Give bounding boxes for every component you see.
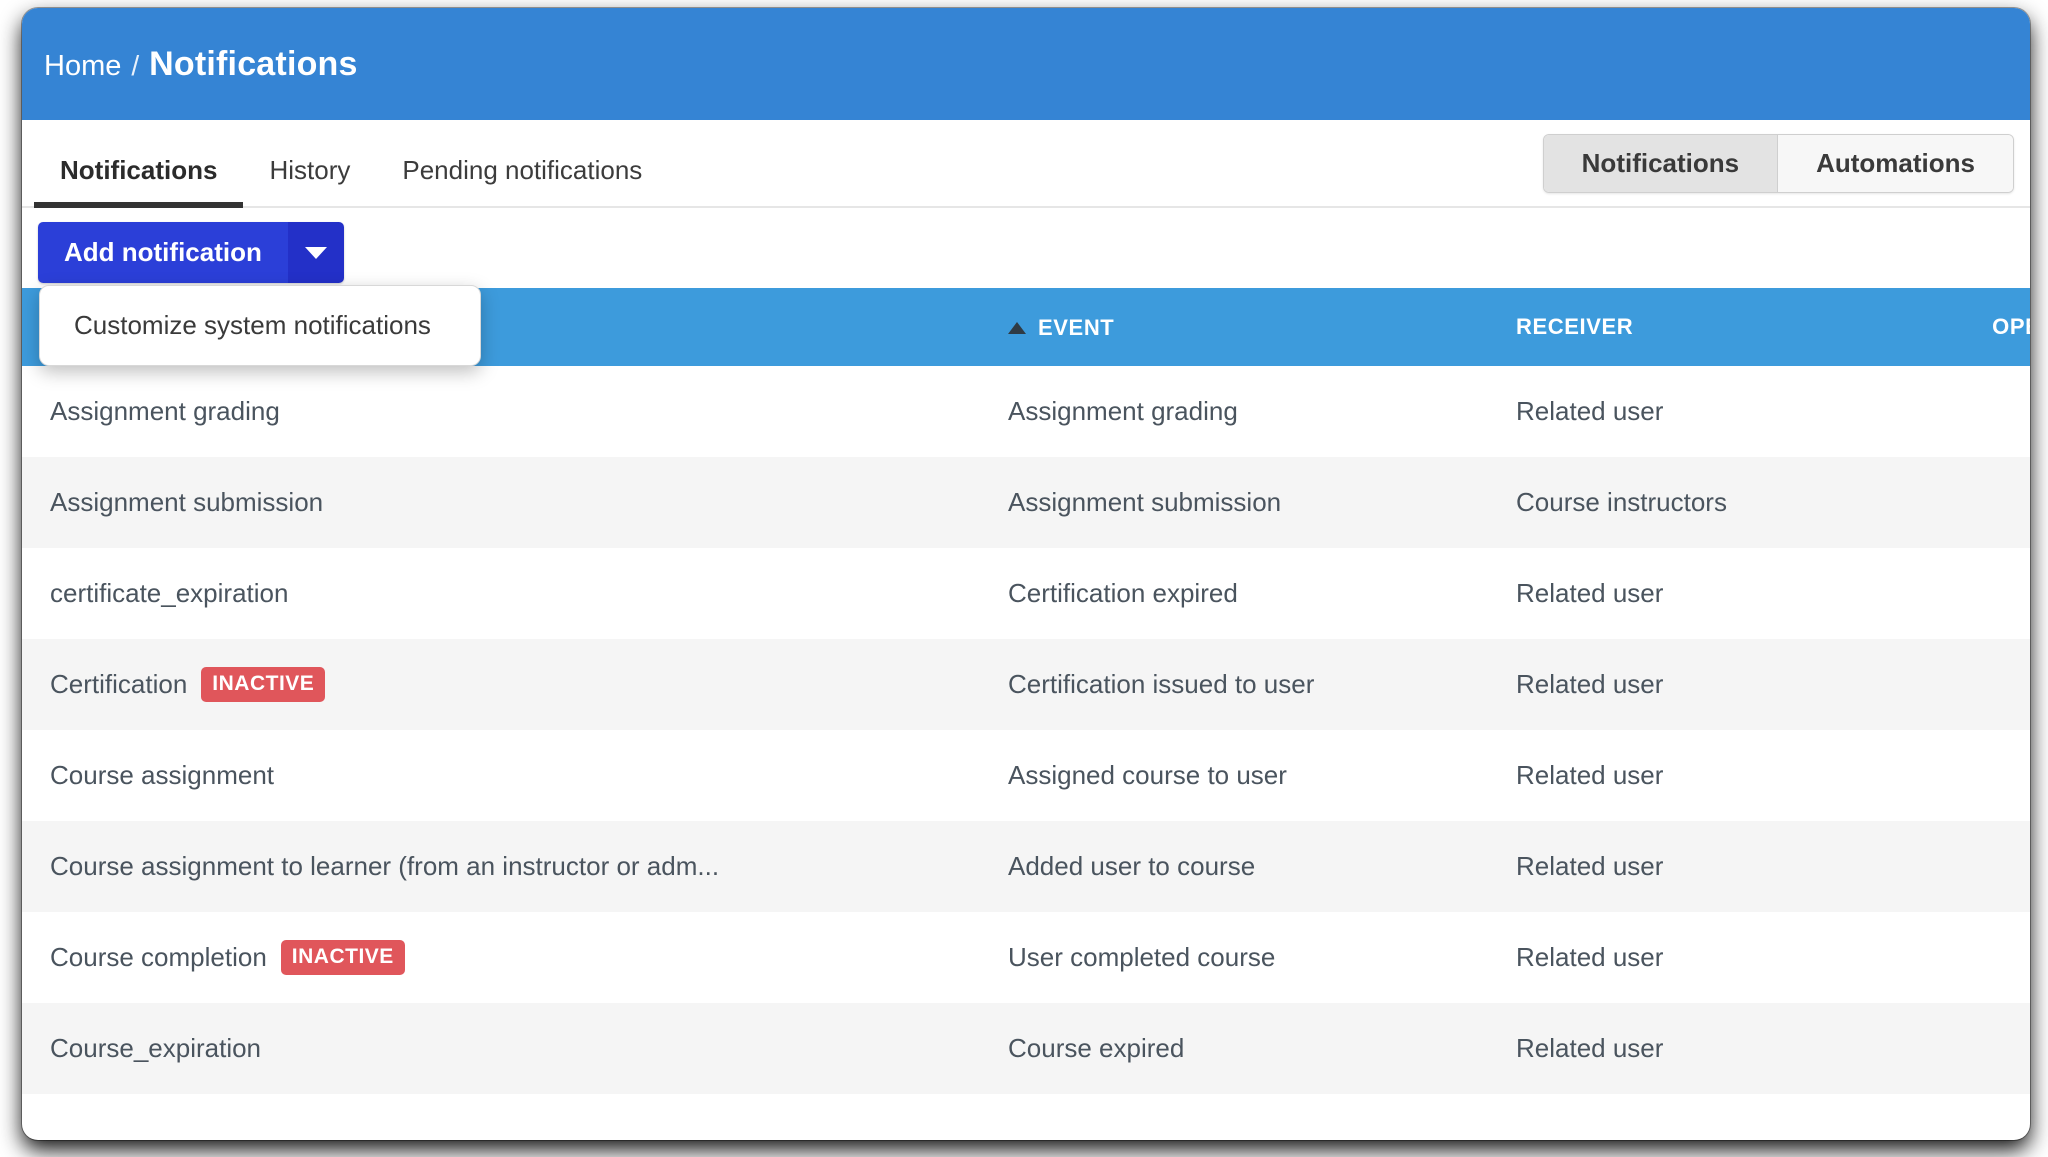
table-body: Assignment grading Assignment grading Re… — [22, 366, 2030, 1094]
table-row[interactable]: Assignment grading Assignment grading Re… — [22, 366, 2030, 457]
tab-list: Notifications History Pending notificati… — [34, 155, 668, 206]
cell-name: certificate_expiration — [22, 548, 980, 639]
column-header-event-inner: EVENT — [1008, 315, 1114, 341]
cell-receiver: Related user — [1488, 639, 1936, 730]
notification-name: Assignment submission — [50, 487, 323, 518]
cell-name: Assignment grading — [22, 366, 980, 457]
cell-receiver: Related user — [1488, 366, 1936, 457]
add-notification-dropdown-menu: Customize system notifications — [39, 285, 481, 366]
column-header-event[interactable]: EVENT — [980, 288, 1488, 366]
tab-history[interactable]: History — [243, 155, 376, 208]
page-title: Notifications — [149, 45, 358, 84]
cell-operations — [1936, 457, 2030, 548]
name-cell-inner: Course completion INACTIVE — [50, 940, 980, 974]
breadcrumb: Home / Notifications — [44, 45, 358, 84]
cell-name: Course assignment to learner (from an in… — [22, 821, 980, 912]
cell-event: Certification expired — [980, 548, 1488, 639]
add-notification-dropdown-toggle[interactable] — [288, 222, 344, 283]
cell-receiver: Related user — [1488, 1003, 1936, 1094]
cell-name: Course assignment — [22, 730, 980, 821]
cell-name: Course_expiration — [22, 1003, 980, 1094]
cell-operations — [1936, 366, 2030, 457]
notification-name: certificate_expiration — [50, 578, 288, 609]
name-cell-inner: Assignment grading — [50, 396, 980, 427]
status-badge: INACTIVE — [281, 940, 405, 974]
table-row[interactable]: Course assignment to learner (from an in… — [22, 821, 2030, 912]
name-cell-inner: Assignment submission — [50, 487, 980, 518]
name-cell-inner: certificate_expiration — [50, 578, 980, 609]
cell-operations — [1936, 548, 2030, 639]
cell-name: Certification INACTIVE — [22, 639, 980, 730]
cell-event: Assigned course to user — [980, 730, 1488, 821]
segment-notifications[interactable]: Notifications — [1544, 135, 1778, 192]
cell-name: Course completion INACTIVE — [22, 912, 980, 1003]
column-header-receiver[interactable]: RECEIVER — [1488, 288, 1936, 366]
cell-name: Assignment submission — [22, 457, 980, 548]
view-mode-segmented-control: Notifications Automations — [1543, 134, 2014, 193]
cell-event: User completed course — [980, 912, 1488, 1003]
cell-operations — [1936, 639, 2030, 730]
sort-ascending-icon — [1008, 322, 1026, 334]
cell-event: Certification issued to user — [980, 639, 1488, 730]
cell-event: Added user to course — [980, 821, 1488, 912]
tab-bar: Notifications History Pending notificati… — [22, 120, 2030, 208]
name-cell-inner: Certification INACTIVE — [50, 667, 980, 701]
notification-name: Course_expiration — [50, 1033, 261, 1064]
breadcrumb-separator: / — [131, 50, 139, 82]
column-header-event-label: EVENT — [1038, 315, 1114, 341]
name-cell-inner: Course assignment to learner (from an in… — [50, 851, 980, 882]
table-row[interactable]: certificate_expiration Certification exp… — [22, 548, 2030, 639]
table-row[interactable]: Assignment submission Assignment submiss… — [22, 457, 2030, 548]
notification-name: Course assignment — [50, 760, 274, 791]
cell-event: Assignment grading — [980, 366, 1488, 457]
cell-event: Assignment submission — [980, 457, 1488, 548]
breadcrumb-home-link[interactable]: Home — [44, 50, 121, 83]
column-header-receiver-label: RECEIVER — [1516, 314, 1633, 339]
notification-name: Course completion — [50, 942, 267, 973]
notifications-table: NAME EVENT RECEIVER OPERATIONS — [22, 288, 2030, 1094]
name-cell-inner: Course assignment — [50, 760, 980, 791]
app-window: Home / Notifications Notifications Histo… — [22, 8, 2030, 1140]
cell-receiver: Related user — [1488, 821, 1936, 912]
cell-operations — [1936, 730, 2030, 821]
segment-automations[interactable]: Automations — [1778, 135, 2013, 192]
table-row[interactable]: Course completion INACTIVE User complete… — [22, 912, 2030, 1003]
tab-notifications[interactable]: Notifications — [34, 155, 243, 208]
add-notification-split-button: Add notification — [38, 222, 344, 283]
notification-name: Certification — [50, 669, 187, 700]
notification-name: Assignment grading — [50, 396, 280, 427]
tab-pending-notifications[interactable]: Pending notifications — [376, 155, 668, 208]
name-cell-inner: Course_expiration — [50, 1033, 980, 1064]
column-header-operations-label: OPERATIONS — [1992, 314, 2030, 339]
table-row[interactable]: Course assignment Assigned course to use… — [22, 730, 2030, 821]
menu-item-customize-system-notifications[interactable]: Customize system notifications — [40, 296, 480, 355]
chevron-down-icon — [305, 247, 327, 259]
status-badge: INACTIVE — [201, 667, 325, 701]
column-header-operations: OPERATIONS — [1936, 288, 2030, 366]
cell-operations — [1936, 1003, 2030, 1094]
table-row[interactable]: Course_expiration Course expired Related… — [22, 1003, 2030, 1094]
cell-receiver: Course instructors — [1488, 457, 1936, 548]
cell-receiver: Related user — [1488, 912, 1936, 1003]
page-header-bar: Home / Notifications — [22, 8, 2030, 120]
cell-receiver: Related user — [1488, 730, 1936, 821]
cell-receiver: Related user — [1488, 548, 1936, 639]
cell-event: Course expired — [980, 1003, 1488, 1094]
cell-operations — [1936, 912, 2030, 1003]
action-bar: Add notification Customize system notifi… — [22, 208, 2030, 288]
add-notification-button[interactable]: Add notification — [38, 222, 288, 283]
screen-root: Home / Notifications Notifications Histo… — [0, 0, 2048, 1157]
table-row[interactable]: Certification INACTIVE Certification iss… — [22, 639, 2030, 730]
notification-name: Course assignment to learner (from an in… — [50, 851, 719, 882]
cell-operations — [1936, 821, 2030, 912]
